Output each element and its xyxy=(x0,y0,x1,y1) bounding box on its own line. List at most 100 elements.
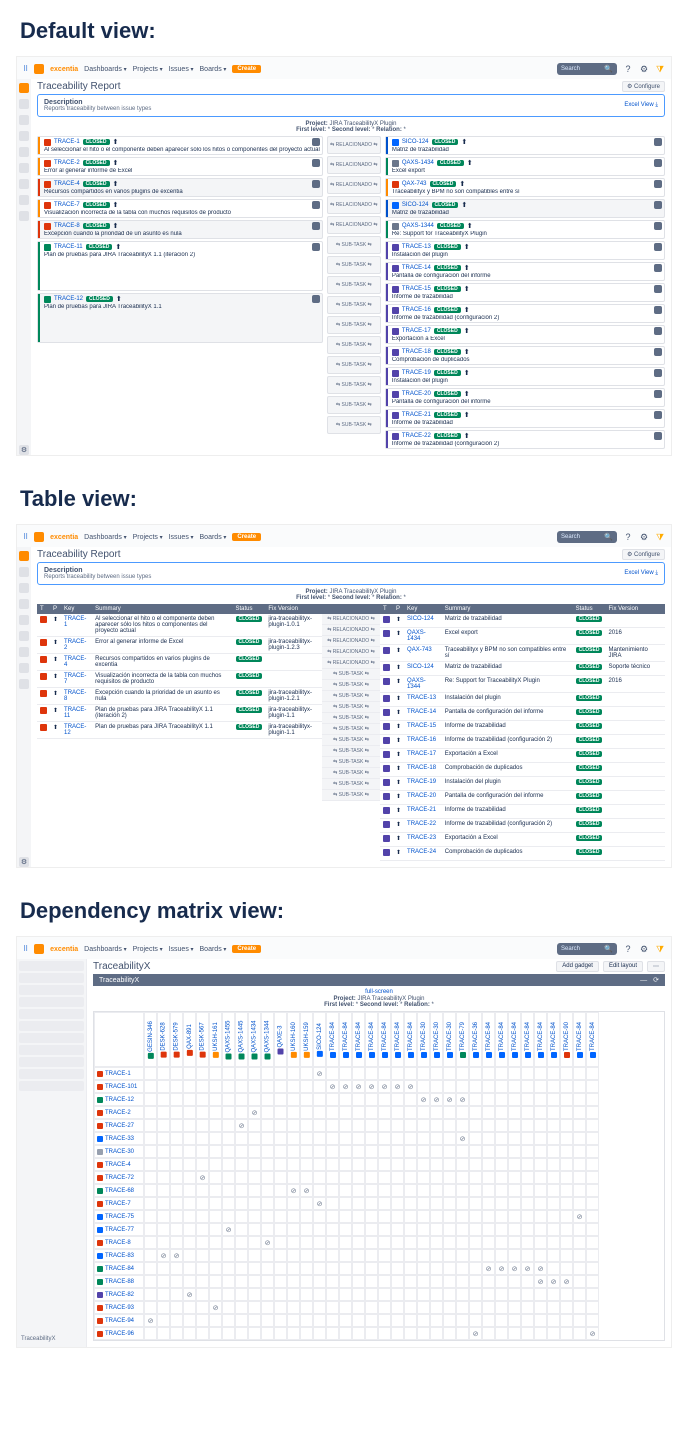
matrix-cell[interactable] xyxy=(287,1184,300,1197)
matrix-cell[interactable] xyxy=(430,1184,443,1197)
matrix-cell[interactable] xyxy=(456,1171,469,1184)
matrix-cell[interactable] xyxy=(521,1106,534,1119)
matrix-cell[interactable] xyxy=(287,1275,300,1288)
matrix-cell[interactable] xyxy=(417,1223,430,1236)
table-header[interactable]: Fix Version xyxy=(605,604,665,614)
matrix-cell[interactable] xyxy=(378,1288,391,1301)
matrix-cell[interactable] xyxy=(326,1184,339,1197)
matrix-cell[interactable] xyxy=(417,1288,430,1301)
matrix-cell[interactable] xyxy=(300,1210,313,1223)
matrix-row-header[interactable]: TRACE-4 xyxy=(94,1158,144,1171)
matrix-cell[interactable] xyxy=(144,1171,157,1184)
nav-boards[interactable]: Boards xyxy=(200,66,227,73)
matrix-cell[interactable] xyxy=(560,1197,573,1210)
matrix-cell[interactable] xyxy=(170,1106,183,1119)
matrix-cell[interactable] xyxy=(339,1327,352,1340)
filter-icon[interactable]: ⧩ xyxy=(655,944,665,955)
matrix-row-header[interactable]: TRACE-72 xyxy=(94,1171,144,1184)
issue-card[interactable]: QAXS-1344 CLOSED ⬆ Re: Support for Trace… xyxy=(385,220,665,239)
matrix-cell[interactable] xyxy=(339,1080,352,1093)
matrix-cell[interactable] xyxy=(404,1093,417,1106)
matrix-cell[interactable] xyxy=(443,1171,456,1184)
matrix-cell[interactable] xyxy=(209,1223,222,1236)
matrix-cell[interactable] xyxy=(144,1249,157,1262)
matrix-cell[interactable] xyxy=(274,1262,287,1275)
matrix-cell[interactable] xyxy=(521,1197,534,1210)
matrix-cell[interactable] xyxy=(365,1093,378,1106)
matrix-cell[interactable] xyxy=(430,1301,443,1314)
matrix-cell[interactable] xyxy=(209,1327,222,1340)
matrix-cell[interactable] xyxy=(586,1314,599,1327)
matrix-cell[interactable] xyxy=(521,1327,534,1340)
matrix-cell[interactable] xyxy=(495,1184,508,1197)
table-row[interactable]: ⬆ TRACE-15 Informe de trazabilidad CLOSE… xyxy=(380,721,665,735)
matrix-cell[interactable] xyxy=(378,1093,391,1106)
matrix-cell[interactable] xyxy=(313,1093,326,1106)
nav-boards[interactable]: Boards xyxy=(200,946,227,953)
matrix-cell[interactable] xyxy=(261,1106,274,1119)
matrix-cell[interactable] xyxy=(586,1236,599,1249)
matrix-cell[interactable] xyxy=(443,1080,456,1093)
matrix-cell[interactable] xyxy=(482,1314,495,1327)
matrix-cell[interactable] xyxy=(261,1184,274,1197)
matrix-cell[interactable] xyxy=(365,1236,378,1249)
matrix-cell[interactable] xyxy=(573,1236,586,1249)
matrix-cell[interactable] xyxy=(300,1275,313,1288)
matrix-cell[interactable] xyxy=(274,1080,287,1093)
matrix-cell[interactable] xyxy=(196,1197,209,1210)
matrix-cell[interactable] xyxy=(560,1106,573,1119)
matrix-cell[interactable] xyxy=(300,1314,313,1327)
matrix-cell[interactable] xyxy=(248,1197,261,1210)
table-header[interactable]: P xyxy=(393,604,404,614)
matrix-cell[interactable] xyxy=(482,1288,495,1301)
excel-view-link[interactable]: Excel View ⤓ xyxy=(624,102,658,109)
matrix-cell[interactable] xyxy=(547,1249,560,1262)
help-icon[interactable]: ? xyxy=(623,532,633,542)
matrix-cell[interactable] xyxy=(274,1106,287,1119)
matrix-cell[interactable] xyxy=(157,1236,170,1249)
matrix-cell[interactable] xyxy=(456,1288,469,1301)
matrix-cell[interactable] xyxy=(287,1223,300,1236)
matrix-cell[interactable] xyxy=(183,1314,196,1327)
matrix-cell[interactable] xyxy=(235,1327,248,1340)
matrix-cell[interactable] xyxy=(313,1184,326,1197)
issue-key-link[interactable]: TRACE-20 xyxy=(402,391,431,397)
nav-dashboards[interactable]: Dashboards xyxy=(84,66,126,73)
matrix-cell[interactable] xyxy=(183,1262,196,1275)
matrix-cell[interactable] xyxy=(170,1327,183,1340)
matrix-cell[interactable] xyxy=(248,1301,261,1314)
assignee-avatar[interactable] xyxy=(654,285,662,293)
matrix-cell[interactable] xyxy=(456,1119,469,1132)
issue-card[interactable]: TRACE-17 CLOSED ⬆ Exportación a Excel xyxy=(385,325,665,344)
matrix-cell[interactable] xyxy=(456,1145,469,1158)
matrix-cell[interactable] xyxy=(365,1080,378,1093)
matrix-cell[interactable] xyxy=(170,1210,183,1223)
table-row[interactable]: ⬆ TRACE-24 Comprobación de duplicados CL… xyxy=(380,847,665,861)
help-icon[interactable]: ? xyxy=(623,944,633,954)
matrix-cell[interactable] xyxy=(222,1184,235,1197)
matrix-cell[interactable] xyxy=(430,1275,443,1288)
matrix-cell[interactable] xyxy=(157,1132,170,1145)
matrix-cell[interactable] xyxy=(560,1210,573,1223)
matrix-cell[interactable] xyxy=(560,1249,573,1262)
matrix-cell[interactable] xyxy=(274,1145,287,1158)
matrix-cell[interactable] xyxy=(209,1067,222,1080)
matrix-cell[interactable] xyxy=(222,1236,235,1249)
matrix-cell[interactable] xyxy=(261,1301,274,1314)
matrix-cell[interactable] xyxy=(339,1145,352,1158)
matrix-cell[interactable] xyxy=(352,1080,365,1093)
matrix-cell[interactable] xyxy=(183,1327,196,1340)
table-header[interactable]: Status xyxy=(573,604,606,614)
matrix-cell[interactable] xyxy=(248,1288,261,1301)
sidebar-settings-icon[interactable]: ⚙ xyxy=(19,445,29,455)
matrix-cell[interactable] xyxy=(352,1249,365,1262)
matrix-cell[interactable] xyxy=(170,1171,183,1184)
issue-card[interactable]: TRACE-19 CLOSED ⬆ Instalación del plugin xyxy=(385,367,665,386)
matrix-cell[interactable] xyxy=(287,1236,300,1249)
matrix-cell[interactable] xyxy=(222,1119,235,1132)
matrix-cell[interactable] xyxy=(209,1119,222,1132)
nav-issues[interactable]: Issues xyxy=(169,534,194,541)
matrix-cell[interactable] xyxy=(469,1223,482,1236)
table-header[interactable]: Summary xyxy=(92,604,232,614)
matrix-cell[interactable] xyxy=(313,1288,326,1301)
